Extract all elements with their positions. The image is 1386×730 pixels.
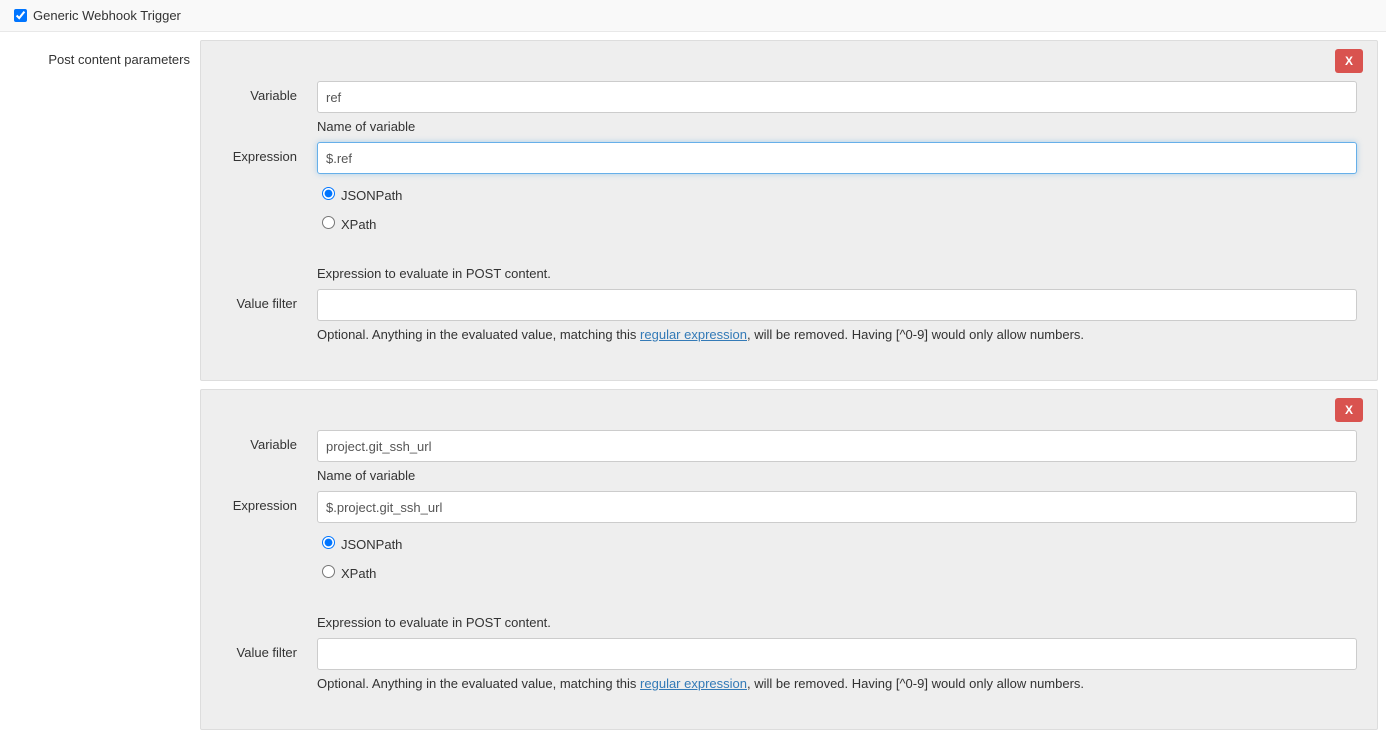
value-filter-help: Optional. Anything in the evaluated valu… <box>317 327 1357 342</box>
expression-label: Expression <box>221 491 317 630</box>
variable-help: Name of variable <box>317 468 1357 483</box>
jsonpath-radio[interactable] <box>322 536 335 549</box>
value-filter-label: Value filter <box>221 289 317 342</box>
trigger-checkbox[interactable] <box>14 9 27 22</box>
regex-link[interactable]: regular expression <box>640 676 747 691</box>
variable-help: Name of variable <box>317 119 1357 134</box>
value-filter-input[interactable] <box>317 289 1357 321</box>
xpath-radio-label[interactable]: XPath <box>317 562 1357 581</box>
value-filter-help: Optional. Anything in the evaluated valu… <box>317 676 1357 691</box>
value-filter-label: Value filter <box>221 638 317 691</box>
parameter-blocks: X Variable Name of variable Expression J… <box>200 32 1386 730</box>
side-label: Post content parameters <box>0 32 200 730</box>
xpath-radio[interactable] <box>322 565 335 578</box>
expression-input[interactable] <box>317 142 1357 174</box>
xpath-radio[interactable] <box>322 216 335 229</box>
xpath-text: XPath <box>341 566 376 581</box>
variable-input[interactable] <box>317 81 1357 113</box>
variable-label: Variable <box>221 81 317 134</box>
xpath-radio-label[interactable]: XPath <box>317 213 1357 232</box>
jsonpath-radio-label[interactable]: JSONPath <box>317 533 1357 552</box>
xpath-text: XPath <box>341 217 376 232</box>
expression-help: Expression to evaluate in POST content. <box>317 266 1357 281</box>
jsonpath-radio-label[interactable]: JSONPath <box>317 184 1357 203</box>
regex-link[interactable]: regular expression <box>640 327 747 342</box>
jsonpath-text: JSONPath <box>341 537 402 552</box>
section-header: Generic Webhook Trigger <box>0 0 1386 32</box>
value-filter-help-pre: Optional. Anything in the evaluated valu… <box>317 676 640 691</box>
value-filter-help-post: , will be removed. Having [^0-9] would o… <box>747 327 1084 342</box>
expression-label: Expression <box>221 142 317 281</box>
jsonpath-radio[interactable] <box>322 187 335 200</box>
delete-button[interactable]: X <box>1335 398 1363 422</box>
parameter-block: X Variable Name of variable Expression J… <box>200 40 1378 381</box>
jsonpath-text: JSONPath <box>341 188 402 203</box>
expression-input[interactable] <box>317 491 1357 523</box>
parameter-block: X Variable Name of variable Expression J… <box>200 389 1378 730</box>
expression-help: Expression to evaluate in POST content. <box>317 615 1357 630</box>
delete-button[interactable]: X <box>1335 49 1363 73</box>
variable-input[interactable] <box>317 430 1357 462</box>
value-filter-help-post: , will be removed. Having [^0-9] would o… <box>747 676 1084 691</box>
variable-label: Variable <box>221 430 317 483</box>
value-filter-help-pre: Optional. Anything in the evaluated valu… <box>317 327 640 342</box>
value-filter-input[interactable] <box>317 638 1357 670</box>
trigger-title[interactable]: Generic Webhook Trigger <box>33 8 181 23</box>
